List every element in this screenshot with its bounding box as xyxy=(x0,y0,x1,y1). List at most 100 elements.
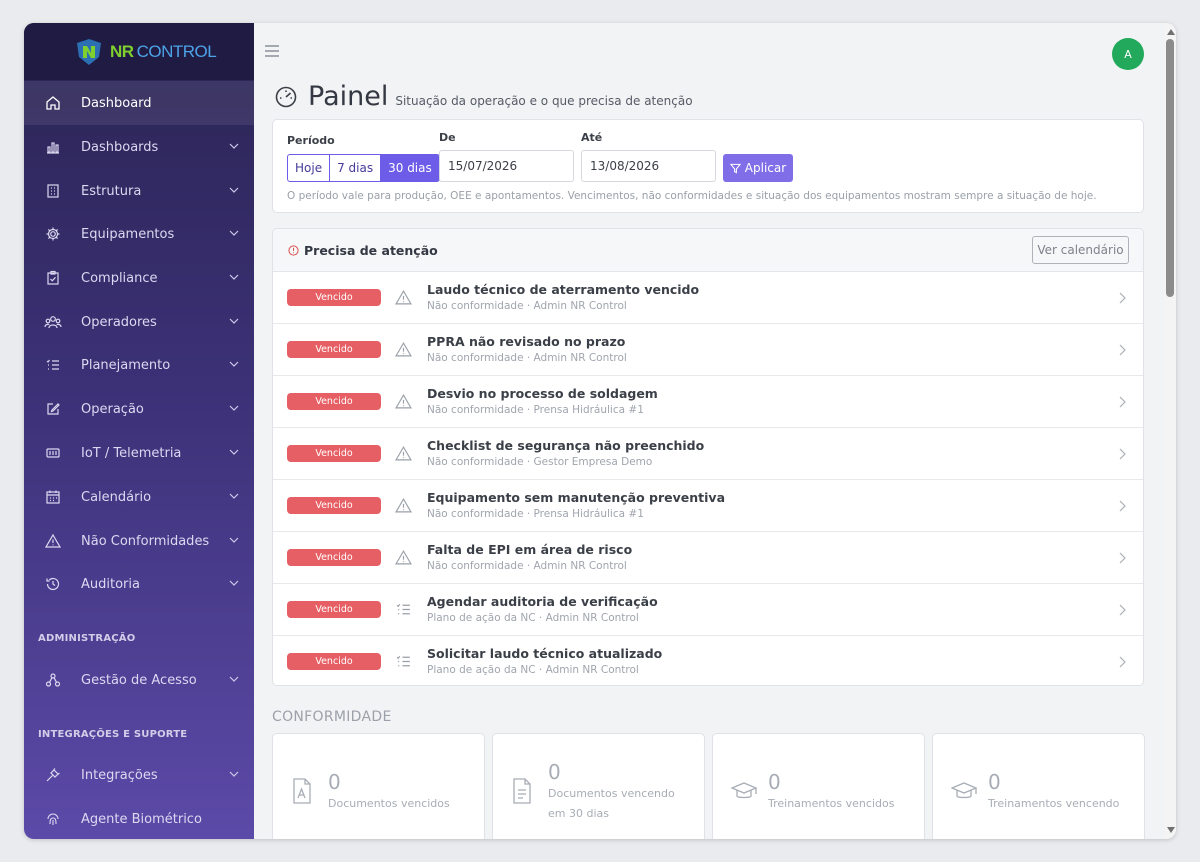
sidebar-item-label: Planejamento xyxy=(81,357,171,373)
attention-row[interactable]: Vencido Solicitar laudo técnico atualiza… xyxy=(273,636,1143,685)
period-segmented-control: Hoje 7 dias 30 dias xyxy=(287,154,440,182)
to-date-input[interactable]: 13/08/2026 xyxy=(581,150,716,182)
scroll-down-arrow-icon[interactable] xyxy=(1167,827,1175,833)
user-avatar[interactable]: A xyxy=(1112,38,1144,70)
attention-row[interactable]: Vencido Agendar auditoria de verificação… xyxy=(273,584,1143,636)
page-subtitle: Situação da operação e o que precisa de … xyxy=(395,93,693,108)
sidebar-item-label: Agente Biométrico xyxy=(81,811,202,827)
attention-row-title: Agendar auditoria de verificação xyxy=(427,594,658,609)
attention-row-title: Equipamento sem manutenção preventiva xyxy=(427,490,726,505)
sidebar-item-dashboard[interactable]: Dashboard xyxy=(24,81,254,125)
attention-row-subtitle: Plano de ação da NC · Admin NR Control xyxy=(427,664,639,676)
fingerprint-icon xyxy=(44,810,62,828)
document-icon xyxy=(513,778,531,804)
shield-logo-icon xyxy=(77,38,101,65)
brand-logo[interactable]: NR CONTROL xyxy=(24,23,254,80)
attention-row[interactable]: Vencido PPRA não revisado no prazo Não c… xyxy=(273,324,1143,376)
app-window: NR CONTROL Dashboard Dashboards Estrutur… xyxy=(24,23,1176,839)
apply-button-label: Aplicar xyxy=(744,161,787,175)
period-option-30-dias[interactable]: 30 dias xyxy=(381,155,439,181)
sidebar-item-auditoria[interactable]: Auditoria xyxy=(24,562,254,606)
period-filter-card: Período Hoje 7 dias 30 dias De 15/07/202… xyxy=(272,119,1144,213)
stat-card-treinamentos-vencidos[interactable]: 0 Treinamentos vencidos xyxy=(712,733,925,839)
chevron-right-icon xyxy=(1119,604,1126,616)
graduation-cap-icon xyxy=(731,782,757,799)
sidebar-item-gestao-acesso[interactable]: Gestão de Acesso xyxy=(24,658,254,702)
chevron-down-icon xyxy=(229,405,239,411)
attention-row-title: Laudo técnico de aterramento vencido xyxy=(427,282,700,297)
warning-icon xyxy=(395,445,412,461)
chevron-down-icon xyxy=(229,143,239,149)
compliance-section-title: CONFORMIDADE xyxy=(272,709,392,725)
chevron-right-icon xyxy=(1119,500,1126,512)
sidebar: NR CONTROL Dashboard Dashboards Estrutur… xyxy=(24,23,254,839)
attention-row[interactable]: Vencido Desvio no processo de soldagem N… xyxy=(273,376,1143,428)
scrollbar-thumb[interactable] xyxy=(1166,39,1174,297)
sidebar-item-equipamentos[interactable]: Equipamentos xyxy=(24,212,254,256)
status-badge: Vencido xyxy=(287,549,381,566)
chevron-down-icon xyxy=(229,537,239,543)
stat-card-documentos-vencidos[interactable]: 0 Documentos vencidos xyxy=(272,733,485,839)
period-option-hoje[interactable]: Hoje xyxy=(288,155,331,181)
chevron-down-icon xyxy=(229,318,239,324)
home-icon xyxy=(44,94,62,112)
attention-row-subtitle: Não conformidade · Admin NR Control xyxy=(427,300,627,312)
sidebar-item-nao-conformidades[interactable]: Não Conformidades xyxy=(24,519,254,563)
status-badge: Vencido xyxy=(287,601,381,618)
stat-card-documentos-vencendo[interactable]: 0 Documentos vencendo em 30 dias xyxy=(492,733,705,839)
chevron-down-icon xyxy=(229,449,239,455)
sidebar-item-operacao[interactable]: Operação xyxy=(24,387,254,431)
attention-row-subtitle: Não conformidade · Gestor Empresa Demo xyxy=(427,456,653,468)
status-badge: Vencido xyxy=(287,393,381,410)
chevron-down-icon xyxy=(229,361,239,367)
scroll-up-arrow-icon[interactable] xyxy=(1167,29,1175,35)
attention-row[interactable]: Vencido Falta de EPI em área de risco Nã… xyxy=(273,532,1143,584)
sidebar-item-planejamento[interactable]: Planejamento xyxy=(24,343,254,387)
alert-circle-icon xyxy=(288,244,299,256)
list-icon xyxy=(396,603,410,615)
sidebar-item-agente-biometrico[interactable]: Agente Biométrico xyxy=(24,797,254,839)
sidebar-item-dashboards[interactable]: Dashboards xyxy=(24,125,254,169)
status-badge: Vencido xyxy=(287,653,381,670)
sidebar-item-integracoes[interactable]: Integrações xyxy=(24,753,254,797)
period-option-7-dias[interactable]: 7 dias xyxy=(330,155,382,181)
apply-button[interactable]: Aplicar xyxy=(723,154,793,182)
brand-name-part1: NR xyxy=(110,41,134,61)
attention-list: Vencido Laudo técnico de aterramento ven… xyxy=(273,272,1143,685)
sidebar-item-operadores[interactable]: Operadores xyxy=(24,300,254,344)
status-badge: Vencido xyxy=(287,445,381,462)
period-hint: O período vale para produção, OEE e apon… xyxy=(287,190,1097,202)
sidebar-item-label: Gestão de Acesso xyxy=(81,672,197,688)
stat-value: 0 xyxy=(548,760,561,784)
sidebar-item-calendario[interactable]: Calendário xyxy=(24,475,254,519)
period-label: Período xyxy=(287,134,335,147)
history-icon xyxy=(44,575,62,593)
from-date-input[interactable]: 15/07/2026 xyxy=(439,150,574,182)
hamburger-menu-icon[interactable] xyxy=(264,44,280,58)
list-icon xyxy=(396,655,410,667)
attention-row[interactable]: Vencido Equipamento sem manutenção preve… xyxy=(273,480,1143,532)
sidebar-item-iot-telemetria[interactable]: IoT / Telemetria xyxy=(24,431,254,475)
sidebar-item-compliance[interactable]: Compliance xyxy=(24,256,254,300)
view-calendar-button[interactable]: Ver calendário xyxy=(1032,236,1129,264)
stat-value: 0 xyxy=(988,770,1001,794)
users-icon xyxy=(44,313,62,331)
sidebar-section-integrations: INTEGRAÇÕES E SUPORTE xyxy=(38,729,188,740)
warning-icon xyxy=(395,549,412,565)
stat-card-treinamentos-vencendo[interactable]: 0 Treinamentos vencendo xyxy=(932,733,1145,839)
sidebar-item-label: Calendário xyxy=(81,489,152,505)
attention-row-title: PPRA não revisado no prazo xyxy=(427,334,626,349)
page-header: Painel Situação da operação e o que prec… xyxy=(274,81,693,112)
page-title: Painel xyxy=(308,81,389,112)
sidebar-item-label: Estrutura xyxy=(81,183,142,199)
stat-label: Treinamentos vencidos xyxy=(768,797,895,810)
vertical-scrollbar[interactable] xyxy=(1164,23,1176,839)
sidebar-item-estrutura[interactable]: Estrutura xyxy=(24,169,254,213)
attention-row[interactable]: Vencido Laudo técnico de aterramento ven… xyxy=(273,272,1143,324)
stat-value: 0 xyxy=(328,770,341,794)
attention-card: Precisa de atenção Ver calendário Vencid… xyxy=(272,228,1144,686)
attention-row[interactable]: Vencido Checklist de segurança não preen… xyxy=(273,428,1143,480)
chevron-down-icon xyxy=(229,493,239,499)
attention-row-subtitle: Plano de ação da NC · Admin NR Control xyxy=(427,612,639,624)
attention-row-title: Falta de EPI em área de risco xyxy=(427,542,633,557)
